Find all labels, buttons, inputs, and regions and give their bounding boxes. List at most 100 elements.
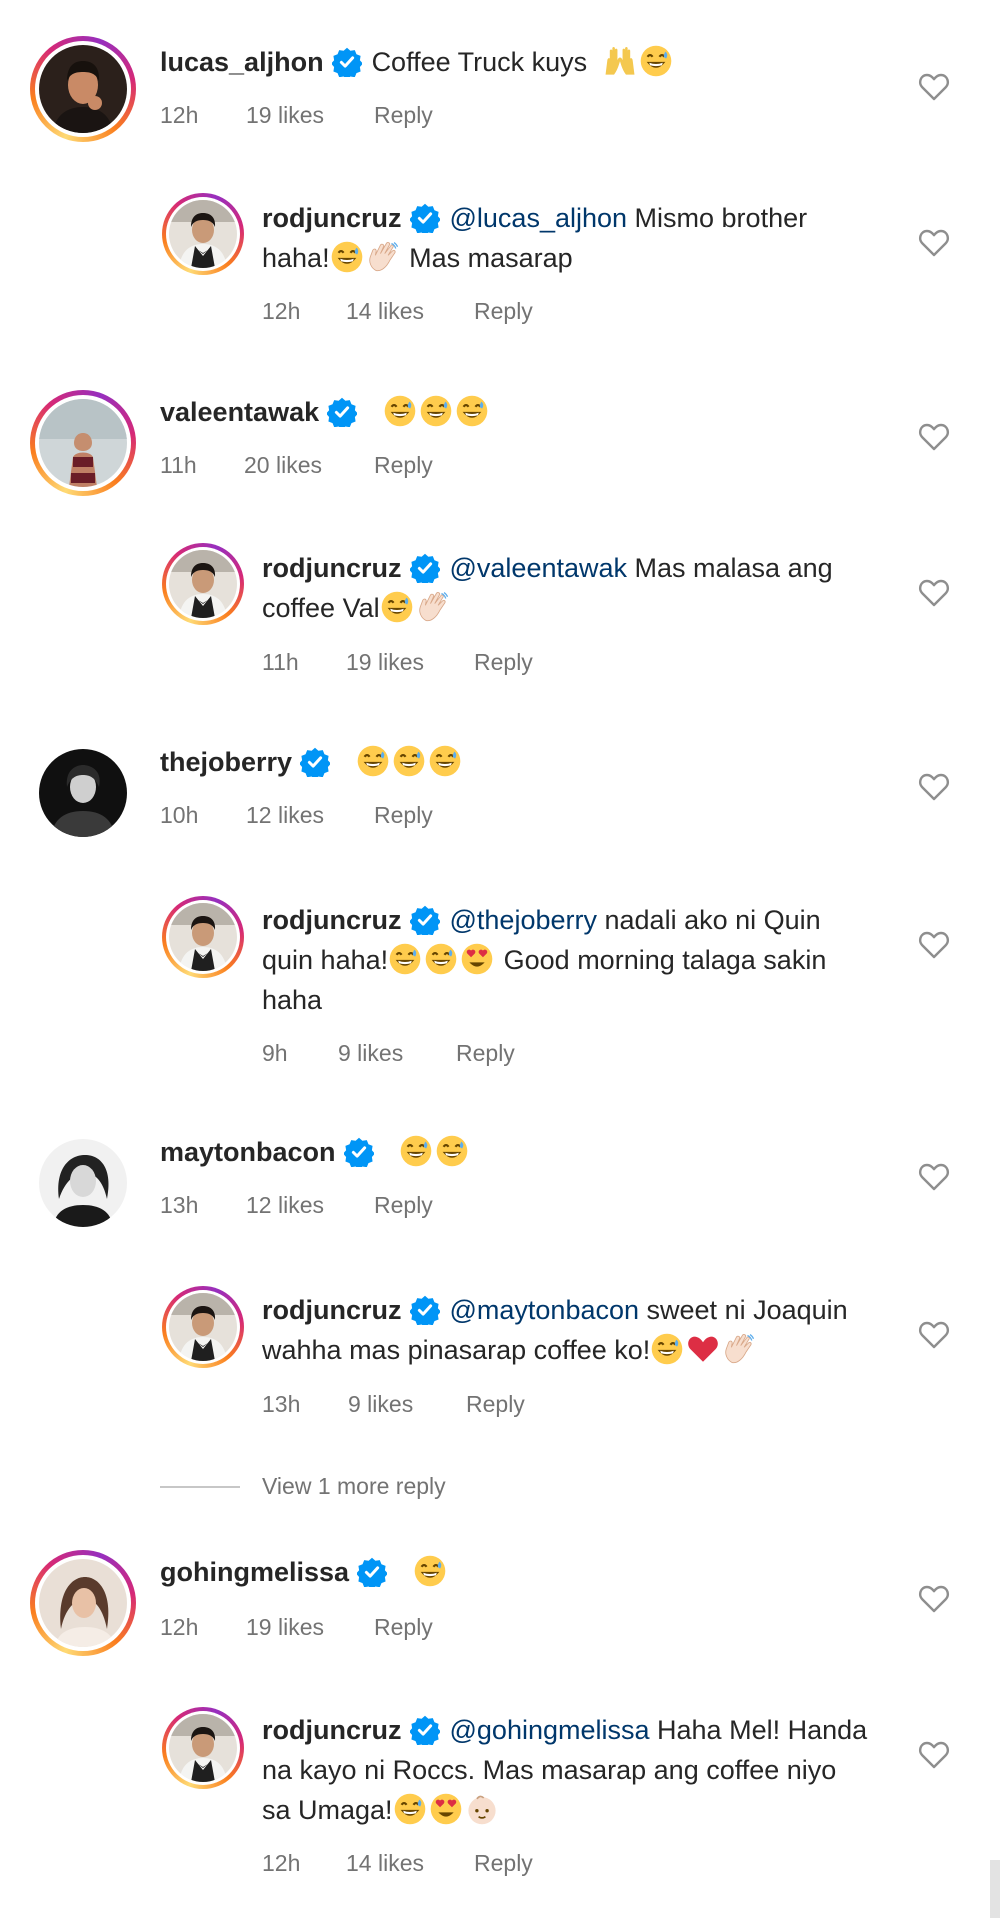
avatar[interactable]	[162, 543, 244, 625]
comment-text: Mismo brother	[634, 203, 808, 233]
avatar[interactable]	[30, 740, 136, 846]
comment-likes[interactable]: 20 likes	[244, 452, 374, 479]
avatar-photo	[39, 1559, 127, 1647]
like-heart-icon[interactable]	[918, 772, 950, 802]
verified-badge-icon	[300, 747, 330, 777]
mention-link[interactable]: @gohingmelissa	[450, 1715, 650, 1745]
avatar-photo	[39, 399, 127, 487]
baby-emoji	[465, 1792, 499, 1826]
comment-time: 10h	[160, 802, 199, 828]
comment-username[interactable]: rodjuncruz	[262, 1715, 402, 1745]
mention-link[interactable]: @thejoberry	[450, 905, 597, 935]
verified-badge-icon	[344, 1137, 374, 1167]
like-heart-icon[interactable]	[918, 228, 950, 258]
grinning-sweat-emoji	[380, 590, 414, 624]
comment-username[interactable]: thejoberry	[160, 747, 292, 777]
grinning-sweat-emoji	[392, 744, 426, 778]
avatar-photo	[39, 1139, 127, 1227]
reply-button[interactable]: Reply	[474, 298, 533, 325]
avatar[interactable]	[30, 1130, 136, 1236]
comment-likes[interactable]: 19 likes	[246, 102, 374, 129]
comment-likes[interactable]: 14 likes	[346, 298, 474, 325]
avatar[interactable]	[30, 36, 136, 142]
heart-eyes-emoji	[460, 942, 494, 976]
comment-likes[interactable]: 9 likes	[348, 1391, 466, 1418]
like-heart-icon[interactable]	[918, 72, 950, 102]
reply-button[interactable]: Reply	[374, 802, 433, 829]
reply-button[interactable]: Reply	[374, 452, 433, 479]
like-heart-icon[interactable]	[918, 1584, 950, 1614]
comment-text: quin haha!	[262, 945, 389, 975]
avatar[interactable]	[162, 1707, 244, 1789]
avatar-photo	[169, 550, 237, 618]
view-more-replies-button[interactable]: View 1 more reply	[262, 1473, 446, 1500]
comment-likes[interactable]: 19 likes	[346, 649, 474, 676]
comment-likes[interactable]: 9 likes	[338, 1040, 456, 1067]
like-heart-icon[interactable]	[918, 422, 950, 452]
like-heart-icon[interactable]	[918, 1162, 950, 1192]
like-heart-icon[interactable]	[918, 1740, 950, 1770]
comment-username[interactable]: rodjuncruz	[262, 905, 402, 935]
comment-time: 11h	[160, 452, 197, 478]
grinning-sweat-emoji	[435, 1134, 469, 1168]
reply-button[interactable]: Reply	[374, 1614, 433, 1641]
reply-button[interactable]: Reply	[456, 1040, 515, 1067]
comment-text: Haha Mel! Handa	[657, 1715, 868, 1745]
comment-username[interactable]: maytonbacon	[160, 1137, 336, 1167]
raised-hands-emoji	[603, 44, 637, 78]
verified-badge-icon	[410, 553, 440, 583]
like-heart-icon[interactable]	[918, 930, 950, 960]
mention-link[interactable]: @valeentawak	[450, 553, 628, 583]
comment-username[interactable]: rodjuncruz	[262, 1295, 402, 1325]
comment-username[interactable]: valeentawak	[160, 397, 319, 427]
comment-likes[interactable]: 12 likes	[246, 1192, 374, 1219]
like-heart-icon[interactable]	[918, 578, 950, 608]
avatar-photo	[169, 903, 237, 971]
grinning-sweat-emoji	[424, 942, 458, 976]
waving-hand-emoji	[722, 1332, 756, 1366]
view-replies-divider	[160, 1486, 240, 1488]
comment-text: haha	[262, 985, 323, 1015]
avatar[interactable]	[162, 193, 244, 275]
grinning-sweat-emoji	[650, 1332, 684, 1366]
grinning-sweat-emoji	[639, 44, 673, 78]
grinning-sweat-emoji	[393, 1792, 427, 1826]
like-heart-icon[interactable]	[918, 1320, 950, 1350]
comment-likes[interactable]: 14 likes	[346, 1850, 474, 1877]
grinning-sweat-emoji	[399, 1134, 433, 1168]
comment-text: sweet ni Joaquin	[646, 1295, 848, 1325]
reply-button[interactable]: Reply	[374, 102, 433, 129]
mention-link[interactable]: @maytonbacon	[450, 1295, 640, 1325]
comment-text: wahha mas pinasarap coffee ko!	[262, 1335, 651, 1365]
avatar[interactable]	[30, 390, 136, 496]
waving-hand-emoji	[366, 240, 400, 274]
reply-button[interactable]: Reply	[374, 1192, 433, 1219]
comment-likes[interactable]: 19 likes	[246, 1614, 374, 1641]
grinning-sweat-emoji	[428, 744, 462, 778]
comment-username[interactable]: rodjuncruz	[262, 203, 402, 233]
comment-text: haha!	[262, 243, 330, 273]
comment-likes[interactable]: 12 likes	[246, 802, 374, 829]
avatar[interactable]	[162, 1286, 244, 1368]
comment-username[interactable]: gohingmelissa	[160, 1557, 349, 1587]
scrollbar[interactable]	[990, 1860, 1000, 1918]
comment-username[interactable]: rodjuncruz	[262, 553, 402, 583]
avatar[interactable]	[162, 896, 244, 978]
comment-username[interactable]: lucas_aljhon	[160, 47, 324, 77]
avatar[interactable]	[30, 1550, 136, 1656]
comment-time: 13h	[160, 1192, 199, 1218]
verified-badge-icon	[332, 47, 362, 77]
verified-badge-icon	[410, 203, 440, 233]
comment-time: 9h	[262, 1040, 288, 1066]
reply-button[interactable]: Reply	[474, 649, 533, 676]
grinning-sweat-emoji	[330, 240, 364, 274]
reply-button[interactable]: Reply	[474, 1850, 533, 1877]
comment-time: 11h	[262, 649, 299, 675]
heart-eyes-emoji	[429, 1792, 463, 1826]
grinning-sweat-emoji	[455, 394, 489, 428]
verified-badge-icon	[327, 397, 357, 427]
mention-link[interactable]: @lucas_aljhon	[450, 203, 628, 233]
verified-badge-icon	[410, 905, 440, 935]
comment-text: Coffee Truck kuys	[371, 47, 588, 77]
reply-button[interactable]: Reply	[466, 1391, 525, 1418]
